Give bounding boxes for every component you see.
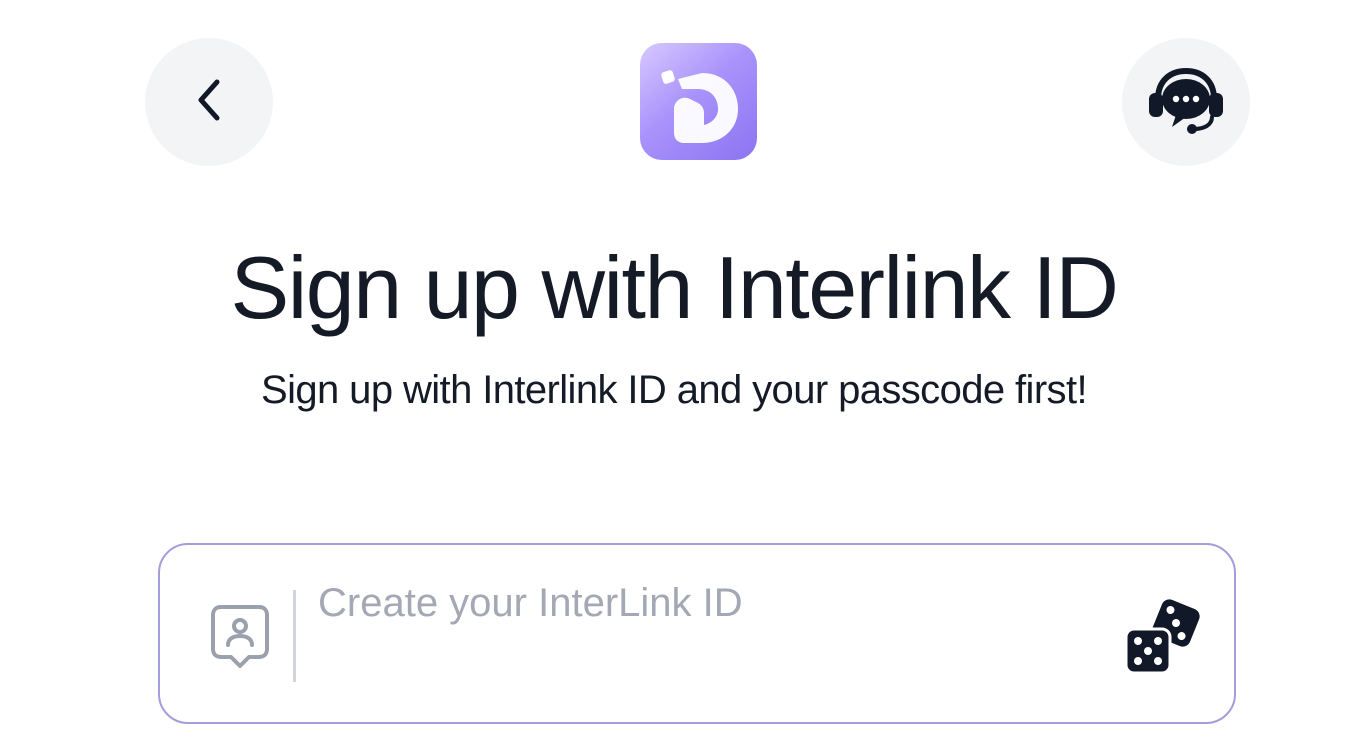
app-logo	[640, 43, 757, 160]
interlink-logo-icon	[661, 70, 738, 143]
chevron-left-icon	[189, 76, 229, 129]
page-title: Sign up with Interlink ID	[230, 238, 1119, 337]
headset-chat-icon	[1146, 65, 1226, 140]
support-button[interactable]	[1122, 38, 1250, 166]
dice-icon[interactable]	[1122, 599, 1202, 679]
field-divider	[293, 590, 296, 682]
page-subtitle: Sign up with Interlink ID and your passc…	[261, 368, 1088, 412]
interlink-id-input[interactable]	[318, 575, 1078, 631]
back-button[interactable]	[145, 38, 273, 166]
user-badge-icon	[209, 603, 271, 676]
interlink-id-field[interactable]	[158, 543, 1236, 724]
